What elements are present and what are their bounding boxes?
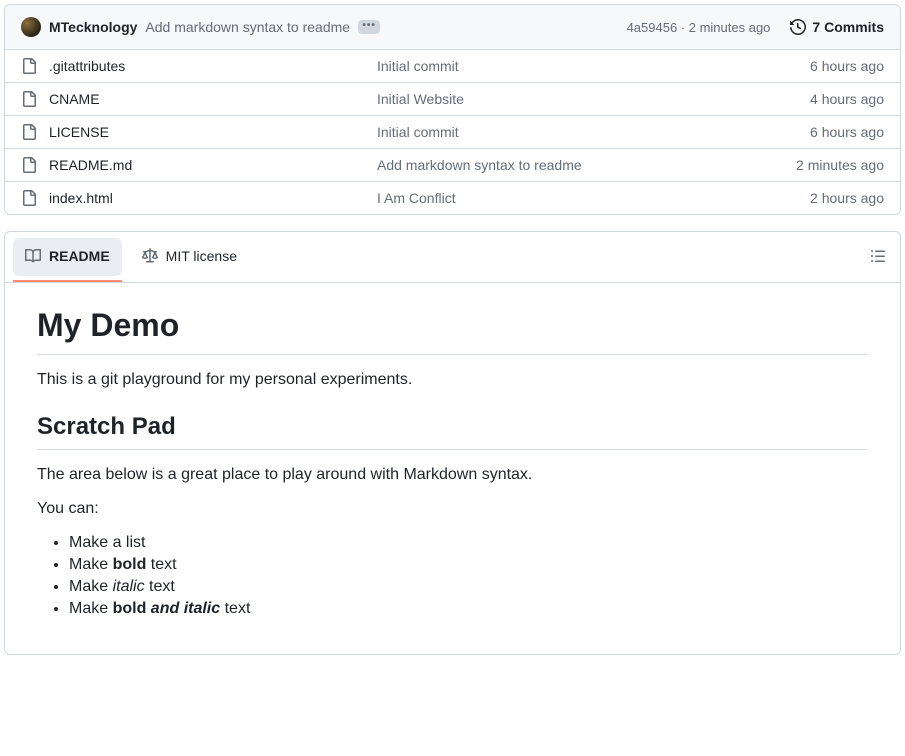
readme-list: Make a list Make bold text Make italic t… [37, 534, 868, 618]
table-row: README.md Add markdown syntax to readme … [5, 149, 900, 182]
outline-button[interactable] [864, 242, 892, 273]
list-item: Make a list [69, 534, 868, 552]
scale-icon [142, 248, 158, 264]
file-time: 6 hours ago [810, 124, 884, 140]
book-icon [25, 248, 41, 264]
file-time: 2 hours ago [810, 190, 884, 206]
table-row: index.html I Am Conflict 2 hours ago [5, 182, 900, 214]
table-row: LICENSE Initial commit 6 hours ago [5, 116, 900, 149]
latest-commit-header: MTecknology Add markdown syntax to readm… [5, 5, 900, 50]
file-commit-message[interactable]: Initial Website [377, 91, 794, 107]
latest-commit-message[interactable]: Add markdown syntax to readme [145, 19, 350, 35]
tab-readme-label: README [49, 248, 110, 264]
file-time: 2 minutes ago [796, 157, 884, 173]
commits-count-link[interactable]: 7 Commits [790, 19, 884, 35]
commit-sha[interactable]: 4a59456 [627, 20, 678, 35]
file-commit-message[interactable]: Add markdown syntax to readme [377, 157, 780, 173]
commit-ellipsis-button[interactable]: ••• [358, 20, 380, 34]
file-link[interactable]: CNAME [49, 91, 100, 107]
table-row: CNAME Initial Website 4 hours ago [5, 83, 900, 116]
tab-license[interactable]: MIT license [130, 238, 249, 276]
commits-count-label: 7 Commits [812, 19, 884, 35]
file-time: 4 hours ago [810, 91, 884, 107]
file-link[interactable]: index.html [49, 190, 113, 206]
readme-h2: Scratch Pad [37, 413, 868, 450]
list-item: Make italic text [69, 578, 868, 596]
file-icon [21, 58, 37, 74]
readme-paragraph: You can: [37, 500, 868, 518]
avatar[interactable] [21, 17, 41, 37]
file-link[interactable]: LICENSE [49, 124, 109, 140]
file-link[interactable]: README.md [49, 157, 132, 173]
tab-license-label: MIT license [166, 248, 237, 264]
readme-box: README MIT license My Demo This is a git… [4, 231, 901, 655]
commit-author[interactable]: MTecknology [49, 19, 137, 35]
readme-tabs: README MIT license [5, 232, 900, 283]
file-commit-message[interactable]: Initial commit [377, 58, 794, 74]
file-link[interactable]: .gitattributes [49, 58, 125, 74]
file-commit-message[interactable]: Initial commit [377, 124, 794, 140]
history-icon [790, 19, 806, 35]
file-icon [21, 91, 37, 107]
readme-content: My Demo This is a git playground for my … [5, 283, 900, 654]
file-listing-box: MTecknology Add markdown syntax to readm… [4, 4, 901, 215]
file-commit-message[interactable]: I Am Conflict [377, 190, 794, 206]
table-row: .gitattributes Initial commit 6 hours ag… [5, 50, 900, 83]
file-icon [21, 157, 37, 173]
file-icon [21, 190, 37, 206]
list-icon [870, 248, 886, 264]
file-time: 6 hours ago [810, 58, 884, 74]
list-item: Make bold text [69, 556, 868, 574]
readme-paragraph: The area below is a great place to play … [37, 466, 868, 484]
readme-h1: My Demo [37, 307, 868, 355]
commit-meta[interactable]: 4a59456 · 2 minutes ago [627, 20, 771, 35]
tab-readme[interactable]: README [13, 238, 122, 276]
commit-time: 2 minutes ago [689, 20, 771, 35]
readme-paragraph: This is a git playground for my personal… [37, 371, 868, 389]
list-item: Make bold and italic text [69, 600, 868, 618]
file-icon [21, 124, 37, 140]
